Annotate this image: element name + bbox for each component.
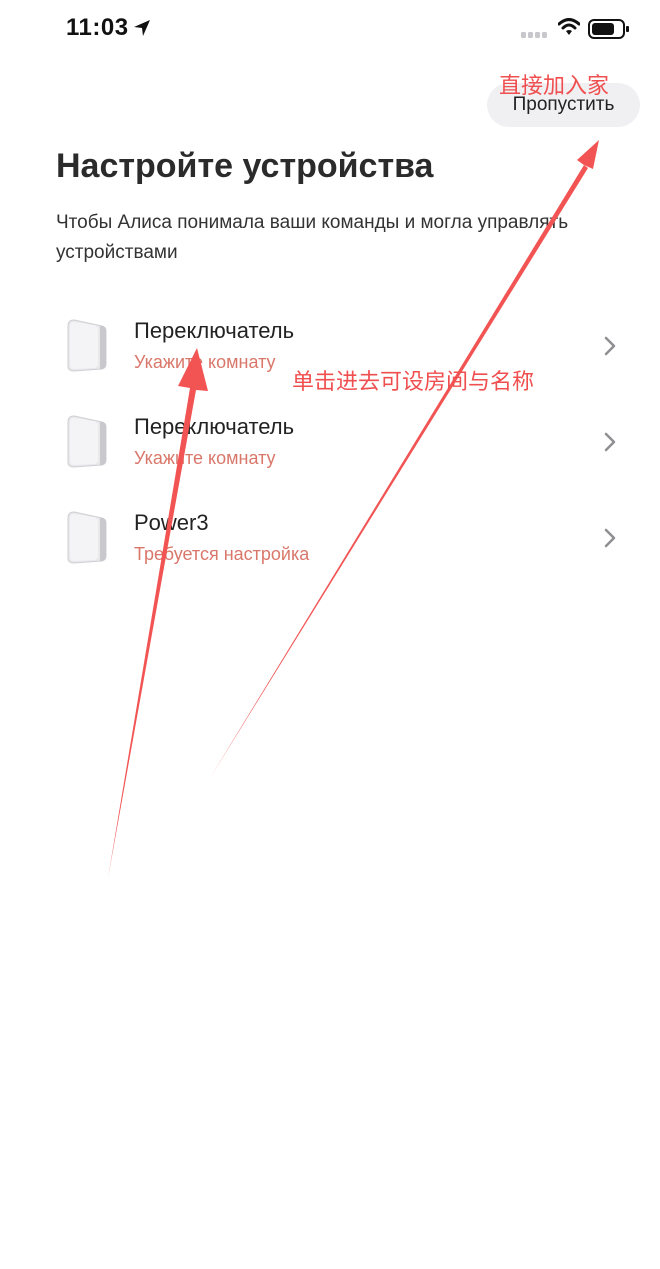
battery-icon (588, 19, 629, 39)
status-time: 11:03 (66, 14, 129, 41)
chevron-right-icon (604, 432, 616, 452)
device-name: Power3 (134, 510, 209, 535)
status-bar: 11:03 (0, 0, 660, 60)
device-row[interactable]: Power3 Требуется настройка (0, 492, 660, 588)
annotation-skip-note: 直接加入家 (499, 74, 610, 99)
wifi-icon (558, 18, 580, 35)
switch-device-icon (67, 319, 107, 372)
device-status: Укажите комнату (134, 448, 276, 468)
switch-device-icon (67, 415, 107, 468)
annotation-click-note: 单击进去可设房间与名称 (292, 370, 535, 395)
chevron-right-icon (604, 528, 616, 548)
cellular-signal-icon (521, 32, 547, 38)
location-arrow-icon (134, 20, 150, 36)
device-name: Переключатель (134, 318, 295, 343)
annotation-arrows (108, 140, 599, 878)
device-name: Переключатель (134, 414, 295, 439)
page-title: Настройте устройства (56, 147, 434, 185)
switch-device-icon (67, 511, 107, 564)
page-subtitle: Чтобы Алиса понимала ваши команды и могл… (56, 212, 569, 263)
device-status: Укажите комнату (134, 352, 276, 372)
device-status: Требуется настройка (134, 544, 310, 564)
chevron-right-icon (604, 336, 616, 356)
device-row[interactable]: Переключатель Укажите комнату (0, 396, 660, 492)
device-list: Переключатель Укажите комнату Переключат… (0, 300, 660, 588)
